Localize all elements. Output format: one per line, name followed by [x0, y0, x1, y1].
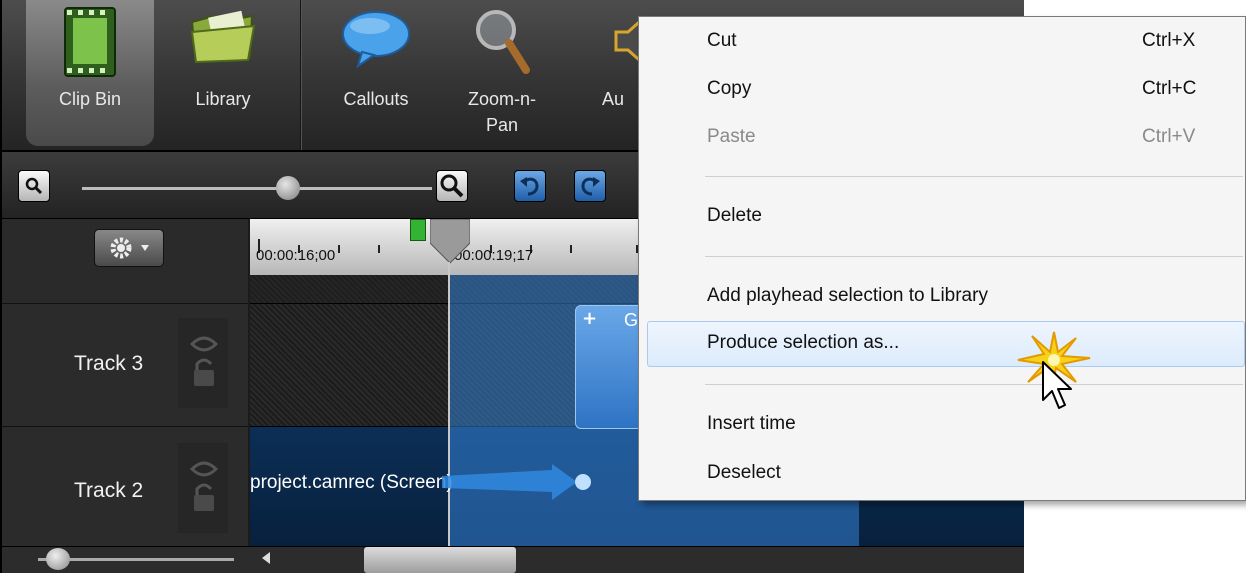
film-strip-icon — [63, 6, 117, 85]
eye-icon[interactable] — [189, 461, 219, 477]
magnifier-icon — [440, 174, 464, 198]
tab-callouts-label: Callouts — [343, 89, 409, 109]
lock-icon[interactable] — [194, 358, 214, 386]
clip-label[interactable]: project.camrec (Screen) — [250, 472, 453, 494]
menu-item-insert-time[interactable]: Insert time — [639, 404, 1245, 444]
menu-item-shortcut: Ctrl+V — [1142, 126, 1196, 147]
zoom-slider-track[interactable] — [82, 187, 432, 190]
callout-clip-label: G — [624, 310, 639, 330]
playhead[interactable] — [429, 218, 471, 265]
menu-item-copy[interactable]: Copy Ctrl+C — [639, 69, 1245, 109]
tab-zoom-n-pan-label: Zoom-n- Pan — [467, 89, 536, 135]
undo-button[interactable] — [514, 170, 546, 202]
tab-zoom-n-pan[interactable]: Zoom-n- Pan — [442, 0, 562, 150]
track-height-slider-thumb[interactable] — [46, 548, 70, 570]
tab-library-label: Library — [195, 89, 251, 109]
menu-separator — [705, 256, 1243, 257]
tab-clip-bin[interactable]: Clip Bin — [26, 0, 154, 146]
tab-callouts[interactable]: Callouts — [320, 0, 432, 150]
mouse-pointer-icon — [1042, 361, 1072, 409]
playhead-line — [448, 262, 450, 546]
speech-bubble-icon — [340, 6, 412, 75]
menu-separator — [705, 176, 1243, 177]
menu-item-label: Copy — [707, 78, 752, 99]
menu-item-cut[interactable]: Cut Ctrl+X — [639, 21, 1245, 61]
menu-item-add-playhead-selection[interactable]: Add playhead selection to Library — [639, 276, 1245, 316]
menu-item-shortcut: Ctrl+X — [1142, 30, 1196, 51]
redo-button[interactable] — [574, 170, 606, 202]
menu-item-label: Cut — [707, 30, 737, 51]
track-header-track-2[interactable]: Track 2 — [2, 426, 248, 547]
menu-item-label: Delete — [707, 205, 762, 226]
small-magnifier-icon — [25, 177, 43, 195]
timeline-settings-button[interactable] — [94, 229, 164, 267]
track-name: Track 3 — [74, 352, 144, 375]
tab-audio[interactable]: Au — [580, 0, 644, 150]
gear-icon — [110, 237, 132, 259]
tab-library[interactable]: Library — [168, 0, 278, 150]
menu-item-label: Insert time — [707, 413, 796, 434]
chevron-down-icon — [141, 245, 149, 251]
magnifier-icon — [472, 6, 532, 83]
plus-icon[interactable]: + — [582, 308, 597, 329]
tab-clip-bin-label: Clip Bin — [58, 89, 122, 109]
timecode-label: 00:00:16;00 — [256, 247, 336, 264]
context-menu: Cut Ctrl+X Copy Ctrl+C Paste Ctrl+V Dele… — [638, 16, 1246, 501]
track-header-track-3[interactable]: Track 3 — [2, 303, 248, 426]
track-controls — [178, 443, 228, 533]
redo-icon — [581, 177, 600, 196]
undo-icon — [520, 177, 539, 196]
menu-item-label: Paste — [707, 126, 756, 147]
toolbar-divider — [300, 0, 302, 150]
menu-item-label: Add playhead selection to Library — [707, 285, 988, 306]
menu-item-label: Deselect — [707, 462, 781, 483]
track-controls — [178, 318, 228, 408]
in-point-marker[interactable] — [410, 219, 426, 241]
callout-clip[interactable]: + G — [575, 305, 647, 429]
menu-separator — [705, 384, 1243, 385]
zoom-in-button[interactable] — [436, 170, 468, 202]
animation-arrow[interactable] — [442, 462, 602, 502]
horizontal-scrollbar-thumb[interactable] — [364, 547, 516, 573]
menu-item-paste[interactable]: Paste Ctrl+V — [639, 117, 1245, 157]
menu-item-deselect[interactable]: Deselect — [639, 453, 1245, 493]
menu-item-shortcut: Ctrl+C — [1142, 78, 1197, 99]
scroll-left-arrow-icon[interactable] — [262, 552, 270, 564]
menu-item-delete[interactable]: Delete — [639, 196, 1245, 236]
zoom-slider-thumb[interactable] — [276, 176, 300, 200]
lock-icon[interactable] — [194, 483, 214, 511]
track-name: Track 2 — [74, 479, 144, 502]
menu-item-produce-selection[interactable]: Produce selection as... — [647, 321, 1245, 367]
zoom-out-button[interactable] — [18, 170, 50, 202]
eye-icon[interactable] — [189, 336, 219, 352]
folder-icon — [188, 6, 258, 73]
menu-item-label: Produce selection as... — [707, 332, 900, 353]
